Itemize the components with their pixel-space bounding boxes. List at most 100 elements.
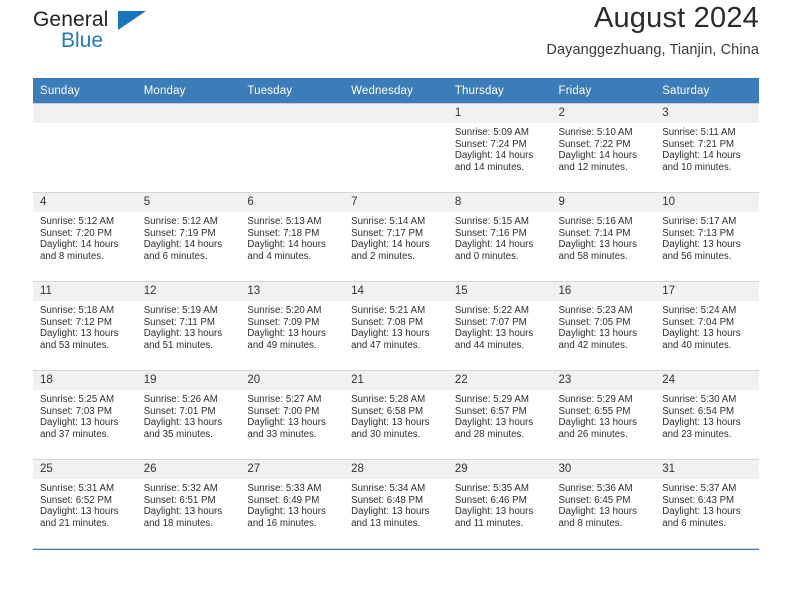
calendar-day-cell[interactable]: 28 Sunrise: 5:34 AM Sunset: 6:48 PM Dayligh…: [344, 459, 448, 549]
day-number: 29: [447, 460, 552, 479]
calendar-day-cell[interactable]: 29 Sunrise: 5:35 AM Sunset: 6:46 PM Dayligh…: [447, 459, 552, 549]
sunset-text: Sunset: 7:21 PM: [662, 138, 735, 150]
calendar-day-cell[interactable]: 4 Sunrise: 5:12 AM Sunset: 7:20 PM Daylight…: [33, 192, 137, 282]
calendar-day-cell[interactable]: 23 Sunrise: 5:29 AM Sunset: 6:55 PM Dayligh…: [551, 370, 656, 460]
day-cell[interactable]: 25 Sunrise: 5:31 AM Sunset: 6:52 PM Dayligh…: [33, 460, 137, 548]
daylight-text-line2: and 53 minutes.: [40, 339, 110, 351]
day-number: [344, 104, 448, 123]
sunset-text: Sunset: 6:45 PM: [558, 494, 631, 506]
calendar-day-cell[interactable]: [136, 103, 241, 193]
calendar-day-cell[interactable]: 3 Sunrise: 5:11 AM Sunset: 7:21 PM Daylight…: [655, 103, 759, 193]
day-cell[interactable]: 26 Sunrise: 5:32 AM Sunset: 6:51 PM Dayligh…: [136, 460, 241, 548]
calendar-day-cell[interactable]: 13 Sunrise: 5:20 AM Sunset: 7:09 PM Dayligh…: [240, 281, 345, 371]
calendar-day-cell[interactable]: 19 Sunrise: 5:26 AM Sunset: 7:01 PM Dayligh…: [136, 370, 241, 460]
calendar-day-cell[interactable]: 5 Sunrise: 5:12 AM Sunset: 7:19 PM Daylight…: [136, 192, 241, 282]
sunset-text: Sunset: 7:22 PM: [558, 138, 631, 150]
calendar-day-cell[interactable]: 14 Sunrise: 5:21 AM Sunset: 7:08 PM Dayligh…: [344, 281, 448, 371]
day-cell[interactable]: 5 Sunrise: 5:12 AM Sunset: 7:19 PM Daylight…: [136, 193, 241, 281]
daylight-text-line1: Daylight: 13 hours: [662, 506, 741, 518]
calendar-day-cell[interactable]: 18 Sunrise: 5:25 AM Sunset: 7:03 PM Dayligh…: [33, 370, 137, 460]
day-cell[interactable]: 15 Sunrise: 5:22 AM Sunset: 7:07 PM Dayligh…: [447, 282, 552, 370]
day-cell[interactable]: 7 Sunrise: 5:14 AM Sunset: 7:17 PM Daylight…: [344, 193, 448, 281]
sunrise-text: Sunrise: 5:21 AM: [351, 305, 426, 316]
daylight-text-line2: and 42 minutes.: [558, 339, 628, 351]
calendar-day-cell[interactable]: 26 Sunrise: 5:32 AM Sunset: 6:51 PM Dayligh…: [136, 459, 241, 549]
calendar-day-cell[interactable]: 31 Sunrise: 5:37 AM Sunset: 6:43 PM Dayligh…: [655, 459, 759, 549]
calendar-day-cell[interactable]: 15 Sunrise: 5:22 AM Sunset: 7:07 PM Dayligh…: [447, 281, 552, 371]
day-cell[interactable]: 3 Sunrise: 5:11 AM Sunset: 7:21 PM Daylight…: [655, 104, 759, 192]
day-cell[interactable]: 4 Sunrise: 5:12 AM Sunset: 7:20 PM Daylight…: [33, 193, 137, 281]
calendar-day-cell[interactable]: 24 Sunrise: 5:30 AM Sunset: 6:54 PM Dayligh…: [655, 370, 759, 460]
calendar-day-cell[interactable]: 11 Sunrise: 5:18 AM Sunset: 7:12 PM Dayligh…: [33, 281, 137, 371]
day-details: Sunrise: 5:29 AM Sunset: 6:57 PM Daylight:…: [448, 390, 552, 440]
sunrise-text: Sunrise: 5:20 AM: [247, 305, 322, 316]
daylight-text-line1: Daylight: 13 hours: [40, 506, 119, 518]
calendar-day-cell[interactable]: 25 Sunrise: 5:31 AM Sunset: 6:52 PM Dayligh…: [33, 459, 137, 549]
day-cell[interactable]: 13 Sunrise: 5:20 AM Sunset: 7:09 PM Dayligh…: [240, 282, 345, 370]
sunset-text: Sunset: 7:13 PM: [662, 227, 735, 239]
calendar-day-cell[interactable]: 10 Sunrise: 5:17 AM Sunset: 7:13 PM Dayligh…: [655, 192, 759, 282]
day-cell[interactable]: 6 Sunrise: 5:13 AM Sunset: 7:18 PM Daylight…: [240, 193, 345, 281]
calendar-day-cell[interactable]: 9 Sunrise: 5:16 AM Sunset: 7:14 PM Daylight…: [551, 192, 656, 282]
day-cell[interactable]: 9 Sunrise: 5:16 AM Sunset: 7:14 PM Daylight…: [551, 193, 656, 281]
day-cell[interactable]: 22 Sunrise: 5:29 AM Sunset: 6:57 PM Dayligh…: [447, 371, 552, 459]
day-cell[interactable]: 16 Sunrise: 5:23 AM Sunset: 7:05 PM Dayligh…: [551, 282, 656, 370]
day-cell[interactable]: 20 Sunrise: 5:27 AM Sunset: 7:00 PM Dayligh…: [240, 371, 345, 459]
sunrise-text: Sunrise: 5:29 AM: [454, 394, 529, 405]
day-cell[interactable]: 31 Sunrise: 5:37 AM Sunset: 6:43 PM Dayligh…: [655, 460, 759, 548]
calendar-day-cell[interactable]: 2 Sunrise: 5:10 AM Sunset: 7:22 PM Daylight…: [551, 103, 656, 193]
sunset-text: Sunset: 7:20 PM: [40, 227, 112, 239]
day-cell[interactable]: 2 Sunrise: 5:10 AM Sunset: 7:22 PM Daylight…: [551, 104, 656, 192]
calendar-day-cell[interactable]: 21 Sunrise: 5:28 AM Sunset: 6:58 PM Dayligh…: [344, 370, 448, 460]
day-cell[interactable]: 28 Sunrise: 5:34 AM Sunset: 6:48 PM Dayligh…: [344, 460, 448, 548]
calendar-day-cell[interactable]: 7 Sunrise: 5:14 AM Sunset: 7:17 PM Daylight…: [344, 192, 448, 282]
day-number: [33, 104, 137, 123]
day-cell[interactable]: 24 Sunrise: 5:30 AM Sunset: 6:54 PM Dayligh…: [655, 371, 759, 459]
day-cell[interactable]: 1 Sunrise: 5:09 AM Sunset: 7:24 PM Daylight…: [447, 104, 552, 192]
calendar-day-cell[interactable]: 6 Sunrise: 5:13 AM Sunset: 7:18 PM Daylight…: [240, 192, 345, 282]
calendar-day-cell[interactable]: [33, 103, 137, 193]
day-cell[interactable]: 10 Sunrise: 5:17 AM Sunset: 7:13 PM Dayligh…: [655, 193, 759, 281]
day-cell[interactable]: 29 Sunrise: 5:35 AM Sunset: 6:46 PM Dayligh…: [447, 460, 552, 548]
calendar-day-cell[interactable]: [240, 103, 345, 193]
calendar-day-cell[interactable]: 27 Sunrise: 5:33 AM Sunset: 6:49 PM Dayligh…: [240, 459, 345, 549]
daylight-text-line1: Daylight: 14 hours: [40, 239, 119, 251]
calendar-week-row: 1 Sunrise: 5:09 AM Sunset: 7:24 PM Daylight…: [33, 103, 759, 193]
daylight-text-line2: and 28 minutes.: [454, 428, 525, 440]
title-block: August 2024 Dayanggezhuang, Tianjin, Chi…: [546, 0, 759, 58]
day-number: 7: [344, 193, 448, 212]
day-cell[interactable]: 21 Sunrise: 5:28 AM Sunset: 6:58 PM Dayligh…: [344, 371, 448, 459]
sunset-text: Sunset: 6:54 PM: [662, 405, 735, 417]
calendar-day-cell[interactable]: 12 Sunrise: 5:19 AM Sunset: 7:11 PM Dayligh…: [136, 281, 241, 371]
calendar-day-cell[interactable]: 1 Sunrise: 5:09 AM Sunset: 7:24 PM Daylight…: [447, 103, 552, 193]
day-cell[interactable]: 19 Sunrise: 5:26 AM Sunset: 7:01 PM Dayligh…: [136, 371, 241, 459]
calendar-day-cell[interactable]: 16 Sunrise: 5:23 AM Sunset: 7:05 PM Dayligh…: [551, 281, 656, 371]
daylight-text-line2: and 40 minutes.: [662, 339, 732, 351]
daylight-text-line2: and 51 minutes.: [143, 339, 213, 351]
day-cell[interactable]: 27 Sunrise: 5:33 AM Sunset: 6:49 PM Dayligh…: [240, 460, 345, 548]
day-cell[interactable]: 14 Sunrise: 5:21 AM Sunset: 7:08 PM Dayligh…: [344, 282, 448, 370]
day-cell-empty: [344, 104, 448, 192]
calendar-day-cell[interactable]: [344, 103, 448, 193]
calendar-day-cell[interactable]: 8 Sunrise: 5:15 AM Sunset: 7:16 PM Daylight…: [447, 192, 552, 282]
day-cell[interactable]: 17 Sunrise: 5:24 AM Sunset: 7:04 PM Dayligh…: [655, 282, 759, 370]
day-cell[interactable]: 11 Sunrise: 5:18 AM Sunset: 7:12 PM Dayligh…: [33, 282, 137, 370]
calendar-day-cell[interactable]: 17 Sunrise: 5:24 AM Sunset: 7:04 PM Dayligh…: [655, 281, 759, 371]
daylight-text-line2: and 18 minutes.: [143, 517, 213, 529]
general-blue-logo[interactable]: General Blue: [33, 8, 153, 60]
day-number: 15: [447, 282, 552, 301]
day-cell[interactable]: 12 Sunrise: 5:19 AM Sunset: 7:11 PM Dayligh…: [136, 282, 241, 370]
day-cell[interactable]: 8 Sunrise: 5:15 AM Sunset: 7:16 PM Daylight…: [447, 193, 552, 281]
day-details: Sunrise: 5:26 AM Sunset: 7:01 PM Daylight:…: [137, 390, 241, 440]
sunset-text: Sunset: 7:24 PM: [454, 138, 527, 150]
calendar-day-cell[interactable]: 30 Sunrise: 5:36 AM Sunset: 6:45 PM Dayligh…: [551, 459, 656, 549]
calendar-day-cell[interactable]: 22 Sunrise: 5:29 AM Sunset: 6:57 PM Dayligh…: [447, 370, 552, 460]
day-cell[interactable]: 23 Sunrise: 5:29 AM Sunset: 6:55 PM Dayligh…: [551, 371, 656, 459]
calendar-day-cell[interactable]: 20 Sunrise: 5:27 AM Sunset: 7:00 PM Dayligh…: [240, 370, 345, 460]
day-details: Sunrise: 5:34 AM Sunset: 6:48 PM Daylight:…: [344, 479, 448, 529]
day-number: 26: [136, 460, 241, 479]
day-cell[interactable]: 30 Sunrise: 5:36 AM Sunset: 6:45 PM Dayligh…: [551, 460, 656, 548]
day-cell[interactable]: 18 Sunrise: 5:25 AM Sunset: 7:03 PM Dayligh…: [33, 371, 137, 459]
sunrise-text: Sunrise: 5:35 AM: [454, 483, 529, 494]
day-details: Sunrise: 5:36 AM Sunset: 6:45 PM Daylight:…: [552, 479, 656, 529]
